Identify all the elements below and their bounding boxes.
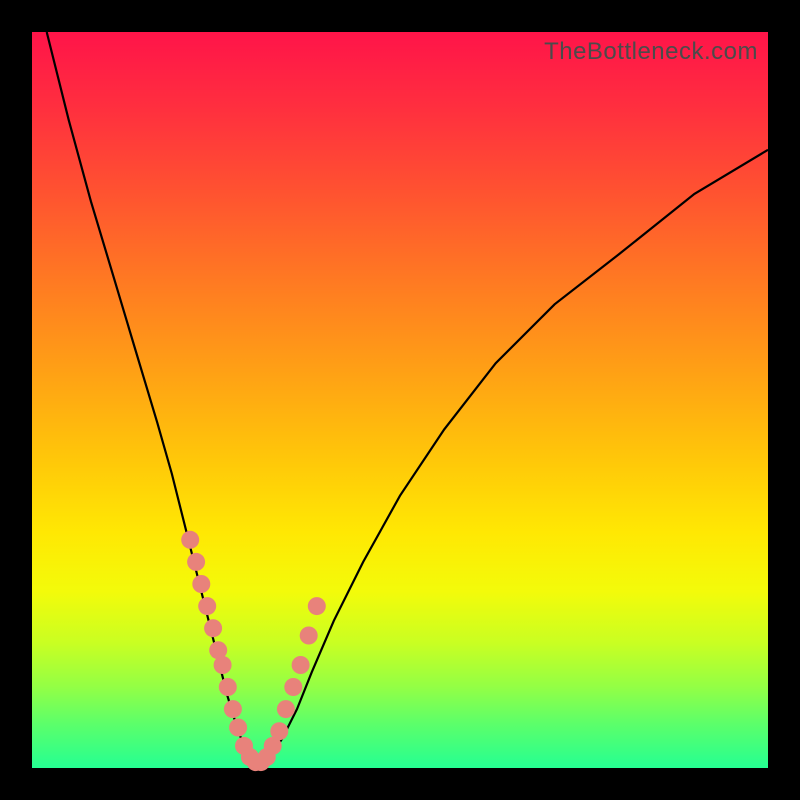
data-point	[198, 597, 216, 615]
chart-frame: TheBottleneck.com	[0, 0, 800, 800]
plot-area: TheBottleneck.com	[32, 32, 768, 768]
data-point	[192, 575, 210, 593]
data-point	[270, 722, 288, 740]
data-point	[204, 619, 222, 637]
data-point	[300, 627, 318, 645]
data-point	[214, 656, 232, 674]
data-point	[292, 656, 310, 674]
data-point	[277, 700, 295, 718]
bottleneck-curve	[47, 32, 768, 764]
data-point	[308, 597, 326, 615]
data-point	[284, 678, 302, 696]
data-point	[219, 678, 237, 696]
data-point	[229, 719, 247, 737]
curve-layer	[32, 32, 768, 768]
data-point	[187, 553, 205, 571]
data-points-group	[181, 531, 326, 771]
data-point	[181, 531, 199, 549]
data-point	[224, 700, 242, 718]
